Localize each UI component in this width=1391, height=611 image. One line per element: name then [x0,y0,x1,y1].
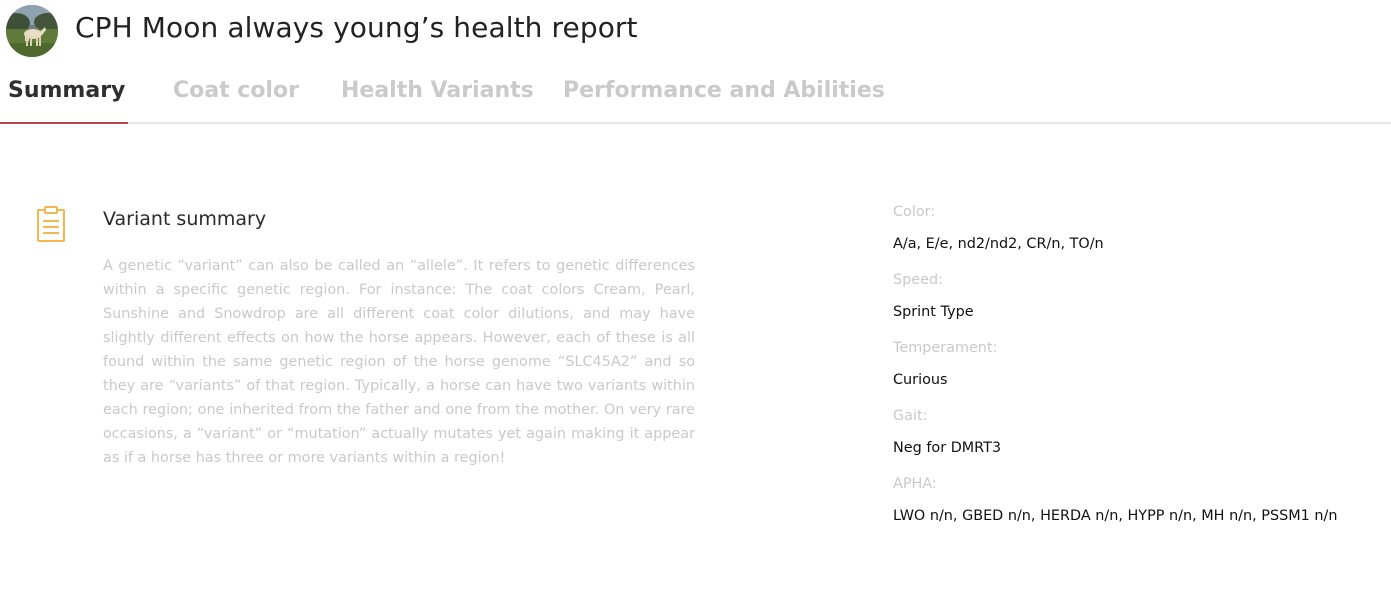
horse-details-panel: Color: A/a, E/e, nd2/nd2, CR/n, TO/n Spe… [893,204,1373,544]
detail-apha: APHA: LWO n/n, GBED n/n, HERDA n/n, HYPP… [893,476,1373,544]
horse-avatar [6,5,58,57]
detail-value: LWO n/n, GBED n/n, HERDA n/n, HYPP n/n, … [893,508,1338,524]
variant-summary-title: Variant summary [103,208,267,230]
detail-value: Sprint Type [893,304,974,320]
clipboard-icon [36,206,66,242]
report-tabs: Summary Coat color Health Variants Perfo… [0,64,1391,124]
tab-health-variants[interactable]: Health Variants [341,78,534,103]
detail-label: APHA: [893,476,937,492]
page-title: CPH Moon always young’s health report [75,11,638,44]
report-header: CPH Moon always young’s health report [0,0,1391,64]
detail-gait: Gait: Neg for DMRT3 [893,408,1373,476]
detail-speed: Speed: Sprint Type [893,272,1373,340]
detail-value: Neg for DMRT3 [893,440,1002,456]
active-tab-indicator [0,122,128,124]
detail-value: A/a, E/e, nd2/nd2, CR/n, TO/n [893,236,1104,252]
horse-photo-avatar-icon [6,5,58,57]
tab-coat-color[interactable]: Coat color [173,78,299,103]
detail-label: Gait: [893,408,928,424]
detail-temperament: Temperament: Curious [893,340,1373,408]
detail-label: Speed: [893,272,943,288]
detail-label: Color: [893,204,936,220]
detail-label: Temperament: [893,340,998,356]
tab-performance-and-abilities[interactable]: Performance and Abilities [563,78,885,103]
detail-color: Color: A/a, E/e, nd2/nd2, CR/n, TO/n [893,204,1373,272]
variant-summary-description: A genetic “variant” can also be called a… [103,258,695,466]
detail-value: Curious [893,372,948,388]
tab-summary[interactable]: Summary [8,78,125,103]
